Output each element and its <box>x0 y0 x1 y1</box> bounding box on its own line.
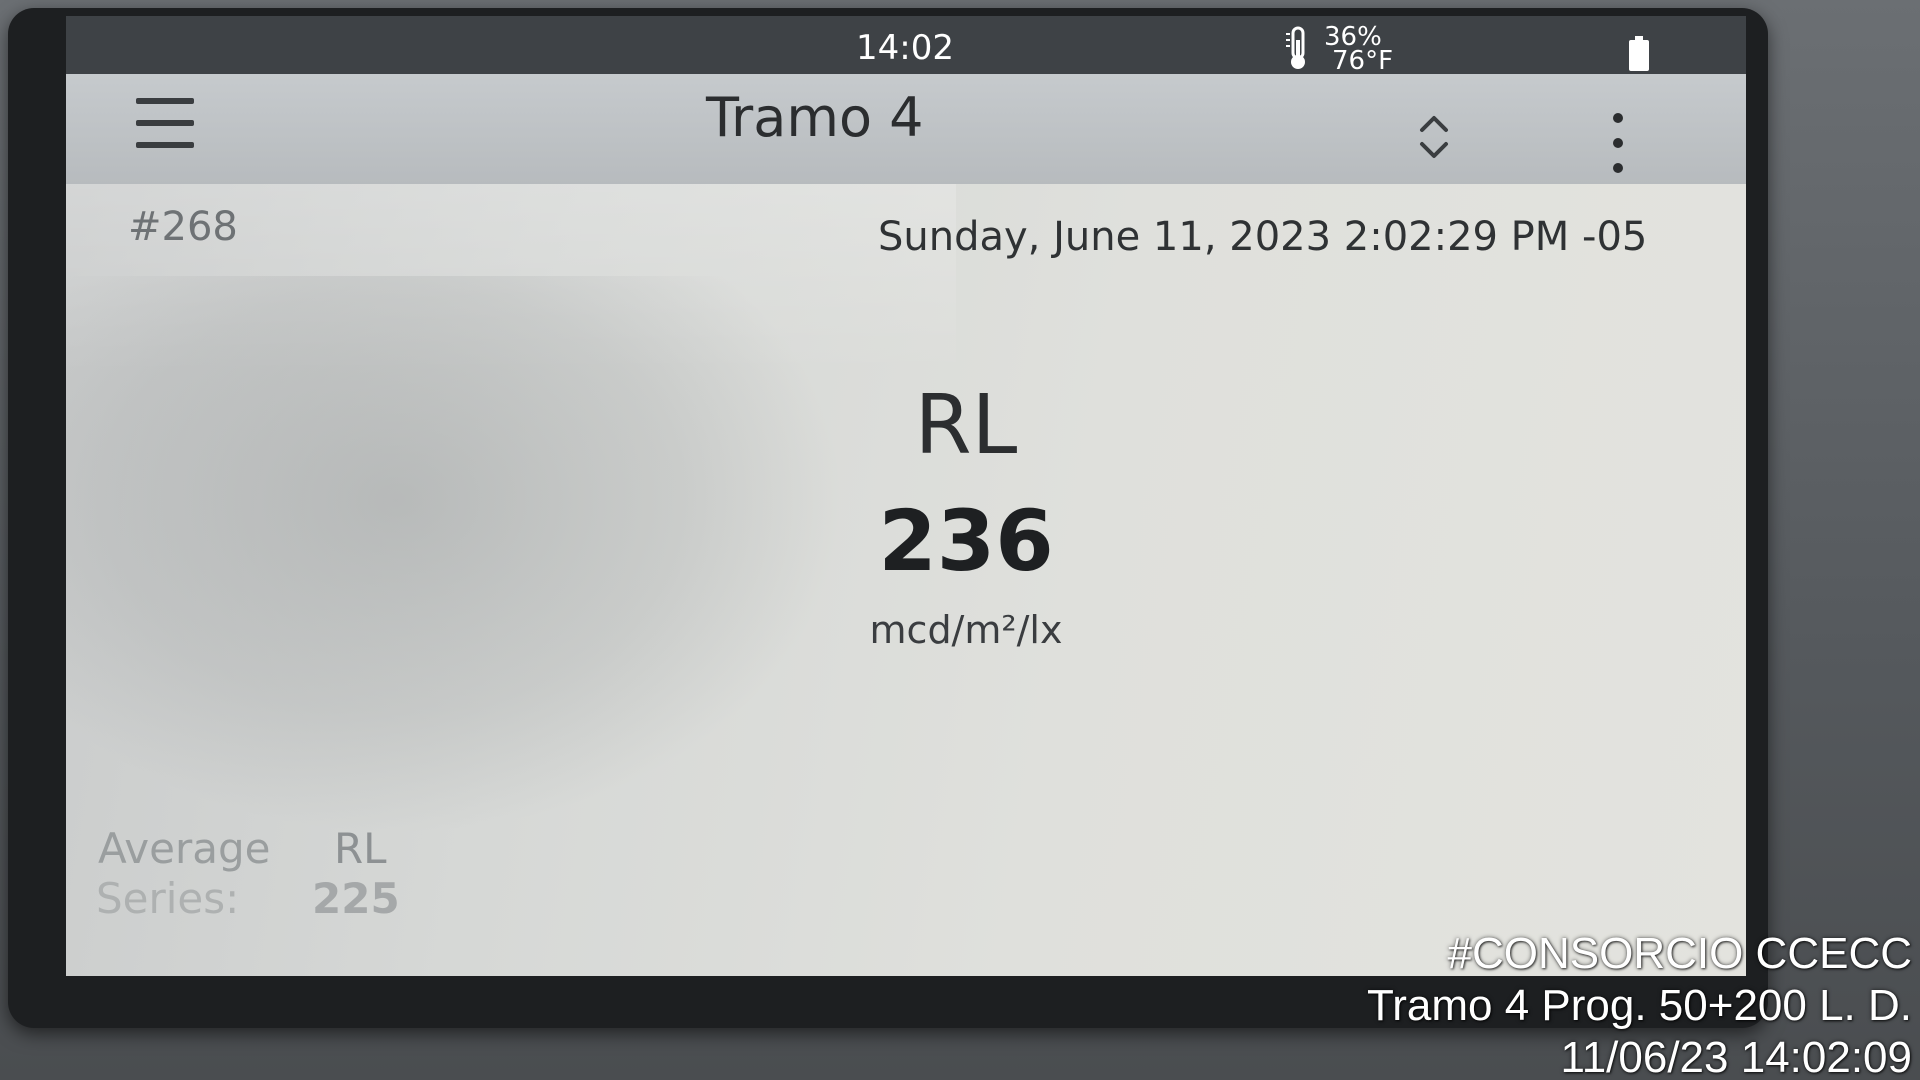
battery-icon <box>1629 36 1649 71</box>
sort-updown-icon[interactable] <box>1416 112 1452 162</box>
screen-title: Tramo 4 <box>706 86 924 149</box>
title-bar: Tramo 4 <box>66 74 1746 184</box>
thermometer-icon <box>1286 26 1305 69</box>
device-screen: 14:02 36% 76°F Tramo 4 #268 Sunday, June… <box>66 16 1746 976</box>
measurement-panel: RL 236 mcd/m²/lx <box>666 376 1266 660</box>
average-label: Average <box>98 824 271 873</box>
series-label: Series: <box>96 874 240 923</box>
status-bar: 14:02 36% 76°F <box>66 16 1746 74</box>
temperature-value: 76°F <box>1332 46 1394 76</box>
series-average-value: 225 <box>312 874 400 923</box>
watermark-line-3: 11/06/23 14:02:09 <box>1560 1033 1912 1080</box>
menu-icon[interactable] <box>134 92 196 154</box>
screen-glare <box>66 156 956 376</box>
photo-frame: 14:02 36% 76°F Tramo 4 #268 Sunday, June… <box>0 0 1920 1080</box>
environment-readout: 36% 76°F <box>1284 24 1424 74</box>
status-time: 14:02 <box>856 28 954 68</box>
device-bezel: 14:02 36% 76°F Tramo 4 #268 Sunday, June… <box>8 8 1768 1028</box>
measurement-value: 236 <box>878 492 1054 590</box>
record-id: #268 <box>128 204 238 250</box>
more-vert-icon[interactable] <box>1606 110 1630 176</box>
average-metric: RL <box>334 824 387 873</box>
measurement-label: RL <box>914 378 1018 473</box>
record-datetime: Sunday, June 11, 2023 2:02:29 PM -05 <box>878 214 1648 260</box>
measurement-unit: mcd/m²/lx <box>869 608 1063 652</box>
